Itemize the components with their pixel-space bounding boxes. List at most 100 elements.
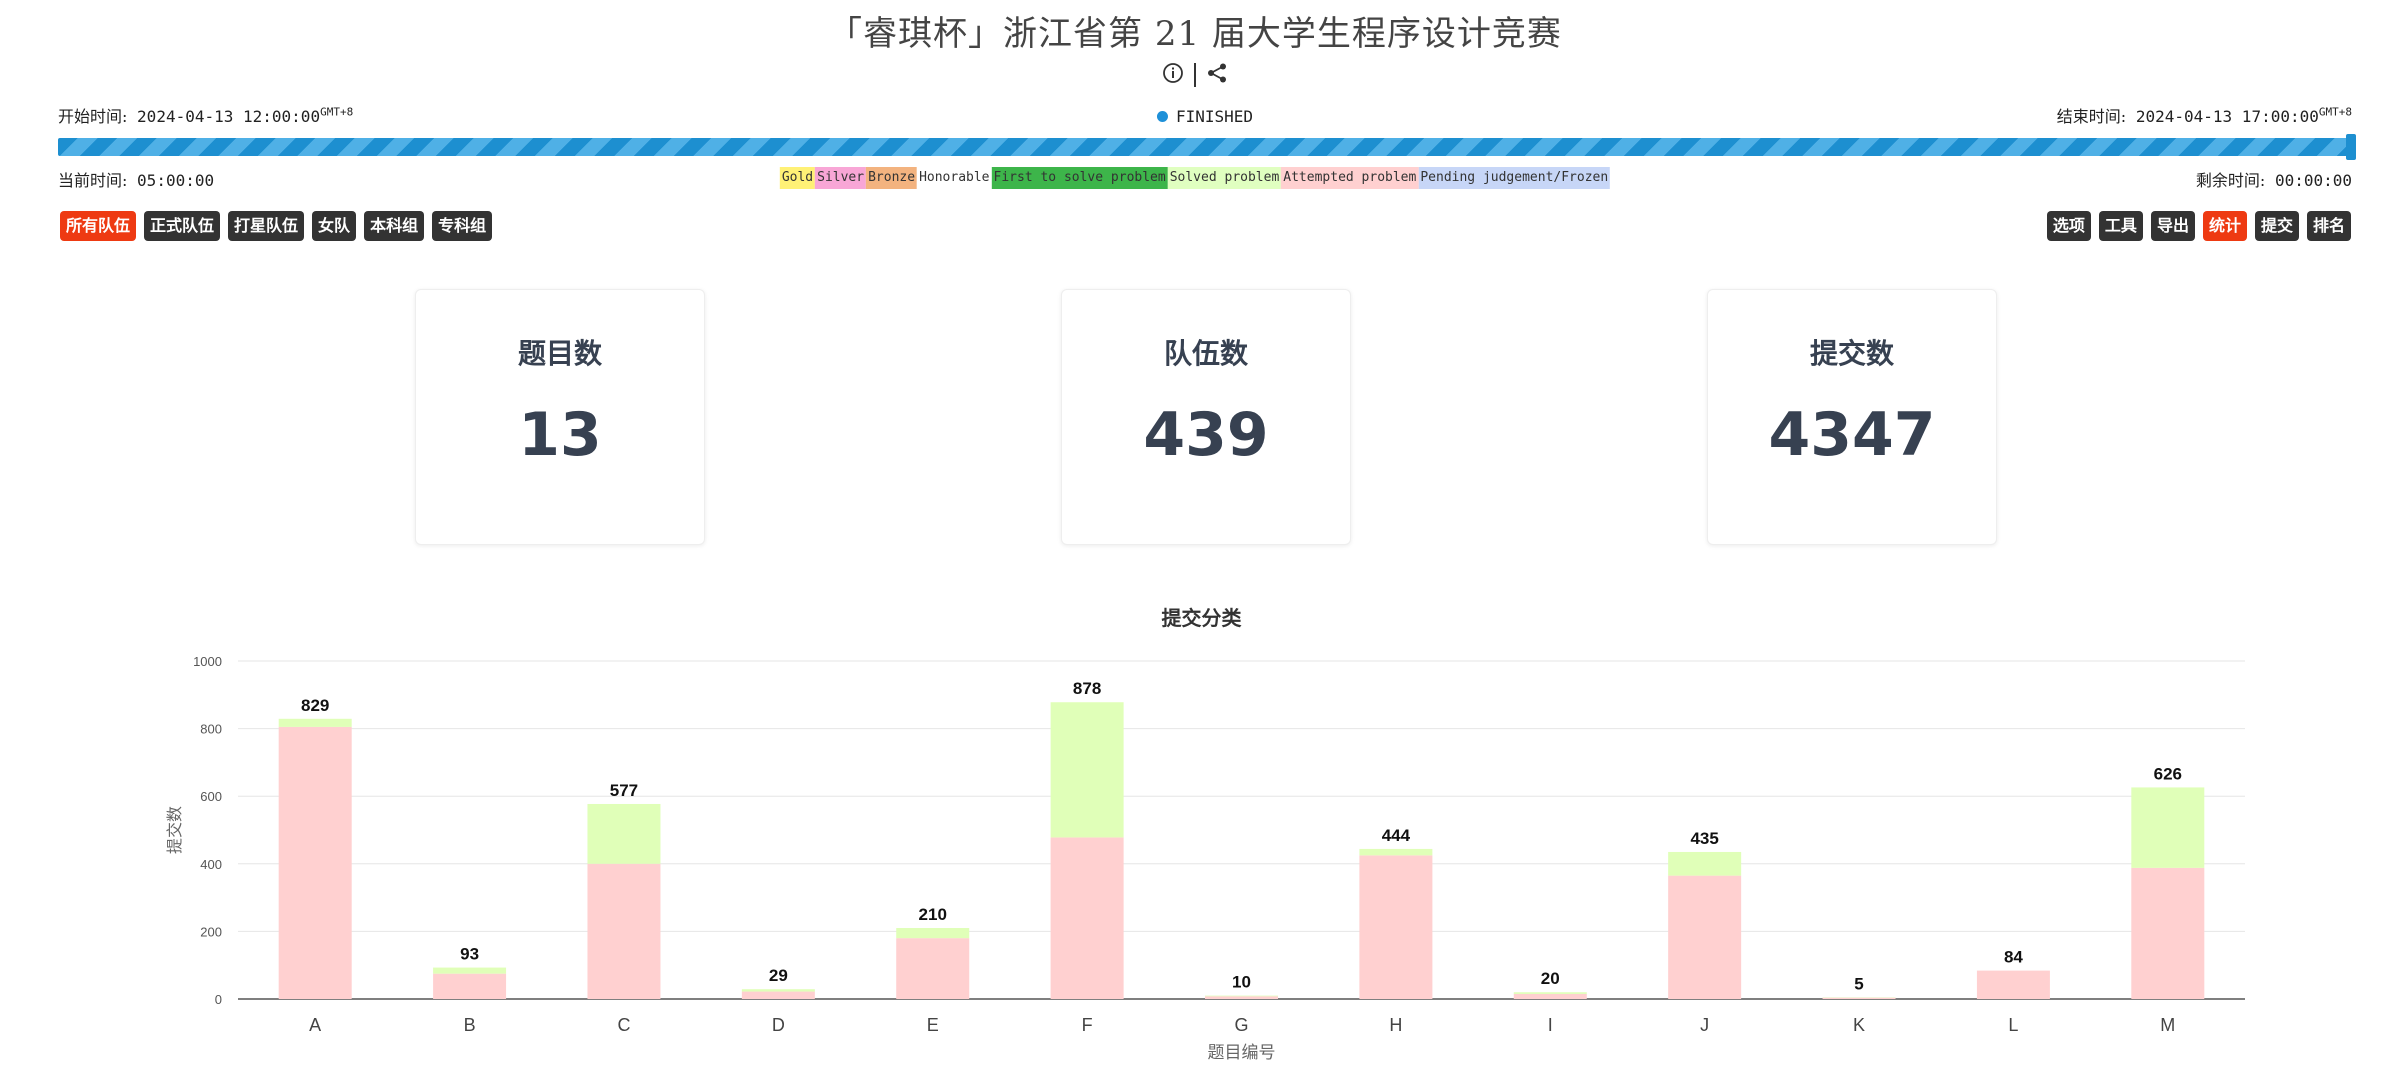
legend-item: Pending judgement/Frozen — [1418, 167, 1611, 189]
bar-segment — [1513, 993, 1587, 999]
time-row-top: 开始时间: 2024-04-13 12:00:00GMT+8 FINISHED … — [58, 103, 2352, 127]
bar-segment — [1205, 996, 1278, 999]
tools-button[interactable]: 排名 — [2306, 211, 2351, 241]
submission-category-chart: 提交分类 0 200 400 600 800 1000 提交数题目编号 829 A 93 B 577 C 2… — [165, 606, 2245, 1063]
legend-item: Gold — [779, 167, 816, 189]
title-icons — [0, 62, 2390, 88]
contest-status: FINISHED — [1156, 107, 1253, 126]
bar-segment — [1205, 995, 1278, 997]
y-tick-label: 600 — [200, 789, 222, 804]
y-tick-label: 1000 — [193, 654, 222, 669]
bar-segment — [741, 989, 815, 992]
legend-item: Silver — [815, 167, 867, 189]
legend-item: Attempted problem — [1281, 167, 1419, 189]
status-legend: Gold Silver Bronze Honorable First to solve … — [779, 167, 1611, 189]
filters-button[interactable]: 正式队伍 — [144, 211, 221, 241]
bar-segment — [2131, 867, 2205, 999]
chart-title: 提交分类 — [1162, 606, 1242, 630]
remaining-time: 剩余时间: 00:00:00 — [2195, 171, 2352, 190]
bar-total-label: 84 — [2004, 948, 2023, 967]
tools-button[interactable]: 导出 — [2150, 211, 2195, 241]
stat-label: 提交数 — [1809, 337, 1894, 370]
filters-button[interactable]: 打星队伍 — [228, 211, 305, 241]
tools-button[interactable]: 统计 — [2202, 211, 2247, 241]
x-tick-label: H — [1389, 1015, 1402, 1035]
status-dot-icon — [1156, 111, 1168, 122]
x-tick-label: K — [1853, 1015, 1865, 1035]
bar-segment — [1668, 851, 1742, 876]
bar-total-label: 10 — [1232, 973, 1251, 992]
tools-button[interactable]: 选项 — [2046, 211, 2091, 241]
filters-button[interactable]: 所有队伍 — [60, 211, 137, 241]
contest-progress-bar[interactable] — [58, 134, 2356, 160]
info-circle-icon[interactable] — [1162, 62, 1184, 88]
bar-segment — [587, 863, 661, 999]
bar-segment — [1668, 875, 1742, 999]
bar-total-label: 210 — [919, 905, 947, 924]
stat-value: 13 — [518, 400, 602, 470]
bar-segment — [1359, 855, 1433, 999]
bar-segment — [1359, 848, 1433, 856]
x-tick-label: D — [772, 1015, 785, 1035]
tool-buttons: 选项 工具 导出 统计 提交 排名 — [2046, 211, 2351, 241]
x-axis-label: 题目编号 — [1208, 1043, 1276, 1063]
bar-total-label: 5 — [1854, 974, 1863, 993]
bar-segment — [896, 928, 970, 939]
x-tick-label: B — [464, 1015, 476, 1035]
bar-total-label: 444 — [1382, 826, 1411, 845]
y-tick-label: 800 — [200, 722, 222, 737]
bar-segment — [896, 938, 970, 999]
filters-button[interactable]: 专科组 — [432, 211, 493, 241]
x-tick-label: C — [617, 1015, 630, 1035]
legend-item: First to solve problem — [991, 167, 1168, 189]
end-time: 结束时间: 2024-04-13 17:00:00GMT+8 — [2056, 105, 2352, 126]
stat-card-submissions: 提交数 4347 — [1707, 289, 1997, 545]
bar-total-label: 435 — [1690, 829, 1718, 848]
bar-total-label: 829 — [301, 696, 329, 715]
bar-segment — [587, 803, 661, 864]
x-tick-label: E — [927, 1015, 939, 1035]
bar-total-label: 20 — [1541, 969, 1560, 988]
x-tick-label: L — [2008, 1015, 2018, 1035]
stat-label: 题目数 — [517, 337, 602, 370]
tools-button[interactable]: 提交 — [2254, 211, 2299, 241]
x-tick-label: J — [1700, 1015, 1709, 1035]
bar-segment — [1050, 702, 1124, 838]
bar-total-label: 93 — [460, 945, 479, 964]
share-icon[interactable] — [1206, 62, 1228, 88]
legend-item: Bronze — [866, 167, 918, 189]
bar-segment — [1822, 997, 1896, 999]
stat-value: 4347 — [1768, 400, 1936, 470]
y-tick-label: 400 — [200, 857, 222, 872]
tools-button[interactable]: 工具 — [2098, 211, 2143, 241]
x-tick-label: A — [309, 1015, 321, 1035]
bar-total-label: 29 — [769, 966, 788, 985]
stat-label: 队伍数 — [1163, 337, 1248, 370]
y-tick-label: 200 — [200, 924, 222, 939]
x-tick-label: M — [2160, 1015, 2175, 1035]
bar-segment — [278, 726, 352, 999]
y-tick-label: 0 — [215, 992, 222, 1007]
filters-button[interactable]: 女队 — [312, 211, 357, 241]
x-tick-label: G — [1234, 1015, 1248, 1035]
x-tick-label: I — [1548, 1015, 1553, 1035]
filters-button[interactable]: 本科组 — [364, 211, 425, 241]
y-axis-label: 提交数 — [165, 806, 184, 854]
bar-total-label: 878 — [1073, 679, 1101, 698]
current-time: 当前时间: 05:00:00 — [58, 171, 215, 190]
bar-segment — [1976, 970, 2050, 999]
bar-segment — [433, 973, 507, 999]
bar-segment — [1050, 837, 1124, 999]
stat-value: 439 — [1143, 400, 1269, 470]
legend-item: Solved problem — [1167, 167, 1282, 189]
bar-segment — [2131, 787, 2205, 868]
start-time: 开始时间: 2024-04-13 12:00:00GMT+8 — [58, 105, 354, 126]
stat-card-teams: 队伍数 439 — [1061, 289, 1351, 545]
bar-total-label: 577 — [610, 781, 638, 800]
stat-card-problems: 题目数 13 — [415, 289, 705, 545]
bar-segment — [278, 718, 352, 727]
x-tick-label: F — [1082, 1015, 1093, 1035]
bar-segment — [1513, 992, 1587, 994]
bar-total-label: 626 — [2154, 764, 2182, 783]
progress-handle[interactable] — [2346, 134, 2356, 160]
